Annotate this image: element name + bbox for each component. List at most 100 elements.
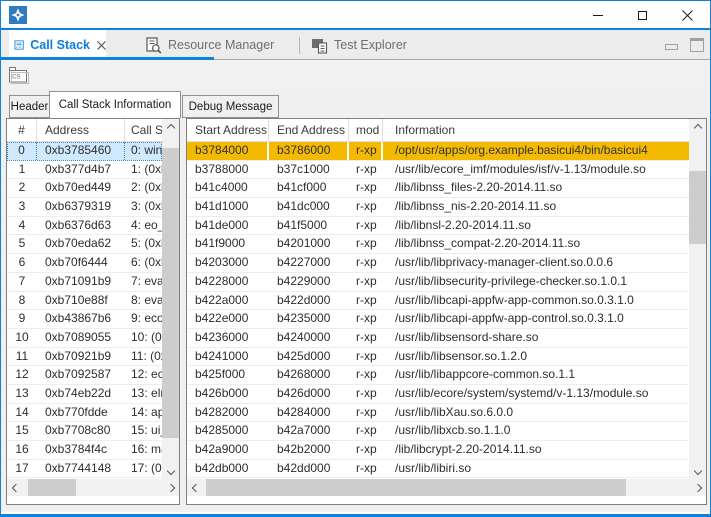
maximize-icon [638,11,647,20]
table-cell: 4 [7,217,37,235]
table-row[interactable]: 120xb709258712: eco [7,366,162,385]
table-cell: /usr/lib/libappcore-common.so.1.1 [383,366,689,384]
table-row[interactable]: b3784000b3786000r-xp/opt/usr/apps/org.ex… [187,142,689,161]
table-cell: 5: (0xb [125,235,162,253]
vertical-scrollbar[interactable] [689,119,706,479]
table-row[interactable]: 110xb70921b911: (0x [7,348,162,367]
table-row[interactable]: 80xb710e88f8: evas [7,292,162,311]
tab-debug-message[interactable]: Debug Message [182,95,279,118]
table-row[interactable]: 00xb37854600: win_ [7,142,162,161]
column-header[interactable]: # [7,119,37,141]
column-header[interactable]: Address [37,119,125,141]
table-cell: b426b000 [187,385,269,403]
table-row[interactable]: b426b000b426d000r-xp/usr/lib/ecore/syste… [187,385,689,404]
tab-resource-manager[interactable]: Resource Manager [145,30,274,60]
table-cell: b42a9000 [187,441,269,459]
tizen-pinwheel-icon [11,8,25,22]
table-row[interactable]: b422a000b422d000r-xp/usr/lib/libcapi-app… [187,292,689,311]
scroll-right-icon[interactable] [689,479,706,496]
scroll-right-icon[interactable] [162,479,179,496]
table-row[interactable]: 160xb3784f4c16: ma [7,441,162,460]
table-cell: 0xb7744148 [37,460,125,478]
table-row[interactable]: b4282000b4284000r-xp/usr/lib/libXau.so.6… [187,404,689,423]
tab-close-icon[interactable] [97,39,106,51]
table-cell: r-xp [349,460,383,478]
table-cell: /usr/lib/ecore/system/systemd/v-1.13/mod… [383,385,689,403]
table-row[interactable]: 10xb377d4b71: (0xb [7,161,162,180]
table-cell: 2: (0xb [125,179,162,197]
table-row[interactable]: b4285000b42a7000r-xp/usr/lib/libxcb.so.1… [187,422,689,441]
table-row[interactable]: b4236000b4240000r-xp/usr/lib/libsensord-… [187,329,689,348]
call-stack-toolbar-button[interactable]: CS [6,63,30,85]
pane-restore-icon[interactable] [690,38,704,52]
main-tab-bar: CS Call Stack Resource Manager [1,30,710,60]
table-row[interactable]: b425f000b4268000r-xp/usr/lib/libappcore-… [187,366,689,385]
table-row[interactable]: b4203000b4227000r-xp/usr/lib/libprivacy-… [187,254,689,273]
maximize-button[interactable] [620,1,665,30]
table-row[interactable]: b42db000b42dd000r-xp/usr/lib/libiri.so [187,460,689,479]
tab-header[interactable]: Header [9,95,50,118]
table-row[interactable]: 50xb70eda625: (0xb [7,235,162,254]
table-cell: r-xp [349,273,383,291]
table-row[interactable]: b4241000b425d000r-xp/usr/lib/libsensor.s… [187,348,689,367]
column-header[interactable]: mod [349,119,383,141]
table-cell: 8: evas [125,292,162,310]
scroll-down-icon[interactable] [689,462,706,479]
minimize-button[interactable] [575,1,620,30]
scrollbar-thumb[interactable] [206,479,626,496]
table-row[interactable]: 70xb71091b97: evas [7,273,162,292]
table-row[interactable]: 150xb7708c8015: ui_ [7,422,162,441]
table-row[interactable]: 30xb63793193: (0xb [7,198,162,217]
titlebar[interactable] [1,1,710,30]
table-cell: r-xp [349,292,383,310]
column-header[interactable]: Start Address [187,119,269,141]
table-row[interactable]: b41d1000b41dc000r-xp/lib/libnss_nis-2.20… [187,198,689,217]
scrollbar-thumb[interactable] [28,479,76,496]
tab-test-explorer[interactable]: Test Explorer [311,30,407,60]
table-row[interactable]: 60xb70f64446: (0xb [7,254,162,273]
scroll-left-icon[interactable] [187,479,204,496]
tool-window: CS Call Stack Resource Manager [0,0,711,517]
column-header[interactable]: Call St [125,119,162,141]
table-row[interactable]: b41f9000b4201000r-xp/lib/libnss_compat-2… [187,235,689,254]
table-row[interactable]: 20xb70ed4492: (0xb [7,179,162,198]
table-cell: r-xp [349,198,383,216]
scroll-up-icon[interactable] [162,119,179,136]
table-row[interactable]: 130xb74eb22d13: elr [7,385,162,404]
table-cell: b41d1000 [187,198,269,216]
table-row[interactable]: b42a9000b42b2000r-xp/lib/libcrypt-2.20-2… [187,441,689,460]
table-row[interactable]: b422e000b4235000r-xp/usr/lib/libcapi-app… [187,310,689,329]
horizontal-scrollbar[interactable] [187,479,706,496]
pane-minimize-icon[interactable] [665,44,678,50]
table-row[interactable]: b4228000b4229000r-xp/usr/lib/libsecurity… [187,273,689,292]
close-button[interactable] [665,1,710,30]
scrollbar-thumb[interactable] [162,148,179,438]
table-row[interactable]: 90xb43867b69: eco [7,310,162,329]
table-row[interactable]: b41de000b41f5000r-xp/lib/libnsl-2.20-201… [187,217,689,236]
table-row[interactable]: 40xb6376d634: eo_ [7,217,162,236]
table-row[interactable]: 100xb708905510: (0x [7,329,162,348]
vertical-scrollbar[interactable] [162,119,179,479]
scroll-down-icon[interactable] [162,462,179,479]
table-cell: r-xp [349,348,383,366]
table-row[interactable]: b41c4000b41cf000r-xp/lib/libnss_files-2.… [187,179,689,198]
table-cell: r-xp [349,441,383,459]
table-row[interactable]: b3788000b37c1000r-xp/usr/lib/ecore_imf/m… [187,161,689,180]
scroll-up-icon[interactable] [689,119,706,136]
table-cell: 0xb3785460 [37,142,125,160]
tab-label: Call Stack [30,38,90,52]
horizontal-scrollbar[interactable] [7,479,179,496]
column-header[interactable]: Information [383,119,689,141]
table-header-row: #AddressCall St [7,119,162,142]
tab-label: Test Explorer [334,38,407,52]
tab-call-stack-information[interactable]: Call Stack Information [49,91,181,118]
tab-call-stack[interactable]: CS Call Stack [9,30,106,60]
tab-separator [299,37,300,54]
scroll-left-icon[interactable] [7,479,24,496]
table-cell: b42a7000 [269,422,349,440]
table-cell: b4236000 [187,329,269,347]
scrollbar-thumb[interactable] [689,171,706,244]
column-header[interactable]: End Address [269,119,349,141]
table-row[interactable]: 140xb770fdde14: ap [7,404,162,423]
table-row[interactable]: 170xb774414817: (0x [7,460,162,479]
